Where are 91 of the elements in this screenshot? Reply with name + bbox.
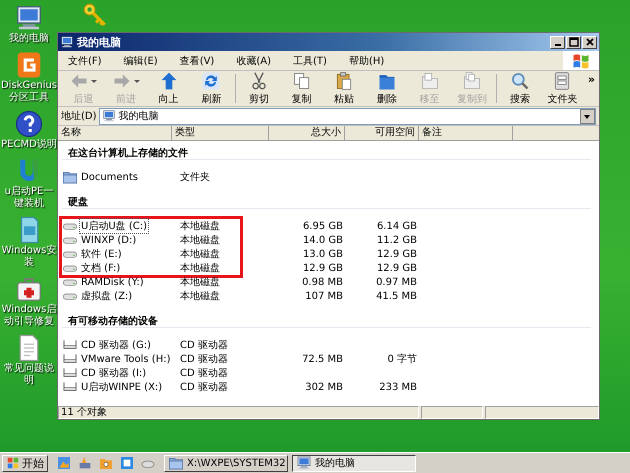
toolbar-button[interactable]: 向上 xyxy=(147,71,190,106)
item-name[interactable]: U启动WINPE (X:) xyxy=(79,379,164,395)
free-space: 12.9 GB xyxy=(376,248,417,260)
computer-icon xyxy=(60,35,74,49)
minimize-button[interactable] xyxy=(550,36,565,48)
total-size: 13.0 GB xyxy=(302,248,343,260)
free-space: 233 MB xyxy=(379,382,417,392)
menu-item[interactable]: 工具(T) xyxy=(287,54,333,68)
toolbar-button[interactable]: 文件夹 xyxy=(541,71,584,106)
status-text: 11 个对象 xyxy=(58,406,419,419)
item-type: 本地磁盘 xyxy=(180,235,220,246)
free-space: 0 字节 xyxy=(387,354,417,365)
folder-icon xyxy=(62,169,78,185)
group-heading: 有可移动存储的设备 xyxy=(62,313,591,328)
quick-launch-icon[interactable] xyxy=(77,455,93,471)
item-name[interactable]: 软件 (E:) xyxy=(79,246,124,262)
toolbar-overflow[interactable]: » xyxy=(584,71,599,106)
windows-logo-icon xyxy=(6,456,20,470)
toolbar-button[interactable]: 剪切 xyxy=(238,71,280,106)
window-title: 我的电脑 xyxy=(77,34,122,50)
group-heading: 硬盘 xyxy=(62,194,591,209)
close-button[interactable] xyxy=(582,36,597,48)
free-space: 41.5 MB xyxy=(376,290,417,302)
dropdown-button[interactable] xyxy=(580,108,595,124)
item-name[interactable]: 虚拟盘 (Z:) xyxy=(79,288,134,304)
item-type: 本地磁盘 xyxy=(180,221,220,232)
item-name[interactable]: WINXP (D:) xyxy=(79,234,138,246)
total-size: 107 MB xyxy=(305,290,343,302)
minimize-icon xyxy=(554,44,560,46)
column-header[interactable]: 名称 xyxy=(58,126,172,140)
address-label: 地址(D) xyxy=(61,110,97,123)
item-type: 本地磁盘 xyxy=(180,249,220,260)
toolbar-button[interactable]: 粘贴 xyxy=(322,71,366,106)
item-name[interactable]: CD 驱动器 (I:) xyxy=(79,365,148,381)
total-size: 12.9 GB xyxy=(302,262,343,274)
item-type: 本地磁盘 xyxy=(180,277,220,288)
item-type: CD 驱动器 xyxy=(180,382,228,393)
item-type: CD 驱动器 xyxy=(180,368,228,379)
free-space: 12.9 GB xyxy=(376,262,417,274)
item-name[interactable]: RAMDisk (Y:) xyxy=(79,276,146,288)
item-type: 文件夹 xyxy=(180,172,210,183)
refresh-icon xyxy=(201,71,222,91)
total-size: 72.5 MB xyxy=(302,354,343,364)
item-type: CD 驱动器 xyxy=(180,354,228,365)
help-icon xyxy=(14,109,44,139)
column-header[interactable]: 类型 xyxy=(172,126,269,140)
folder-icon xyxy=(462,71,482,91)
menu-item[interactable]: 查看(V) xyxy=(174,54,220,68)
item-name[interactable]: VMware Tools (H:) xyxy=(79,352,173,366)
item-type: 本地磁盘 xyxy=(180,291,220,302)
menu-item[interactable]: 文件(F) xyxy=(62,54,108,68)
folder-icon xyxy=(168,455,184,471)
total-size: 0.98 MB xyxy=(302,276,343,288)
item-name[interactable]: Documents xyxy=(79,170,140,184)
status-pane xyxy=(421,406,483,419)
address-field[interactable]: 我的电脑 xyxy=(98,108,596,124)
group-heading: 在这台计算机上存储的文件 xyxy=(62,145,591,160)
total-size: 14.0 GB xyxy=(302,234,343,246)
key-icon xyxy=(82,2,108,28)
item-name[interactable]: 文档 (F:) xyxy=(79,260,122,276)
computer-icon xyxy=(102,109,116,123)
menu-item[interactable]: 编辑(E) xyxy=(118,54,164,68)
item-name[interactable]: CD 驱动器 (G:) xyxy=(79,337,153,353)
toolbar-button[interactable]: 搜索 xyxy=(498,71,542,106)
toolbar-button[interactable]: 刷新 xyxy=(190,71,233,106)
item-type: CD 驱动器 xyxy=(180,340,228,351)
maximize-icon xyxy=(568,37,578,47)
computer-icon xyxy=(296,455,312,471)
free-space: 0.97 MB xyxy=(376,276,417,288)
folder-icon xyxy=(420,71,440,91)
total-size: 302 MB xyxy=(305,382,343,392)
search-icon xyxy=(510,71,530,91)
maximize-button[interactable] xyxy=(566,36,581,48)
item-type: 本地磁盘 xyxy=(180,263,220,274)
menu-item[interactable]: 帮助(H) xyxy=(342,54,390,68)
free-space: 6.14 GB xyxy=(376,220,417,232)
item-name[interactable]: U启动U盘 (C:) xyxy=(79,218,149,234)
menu-item[interactable]: 收藏(A) xyxy=(230,54,277,68)
start-button[interactable]: 开始 xyxy=(2,454,48,472)
column-header[interactable]: 总大小 xyxy=(269,126,345,140)
free-space: 11.2 GB xyxy=(376,234,417,246)
copy-icon xyxy=(292,71,312,91)
taskbar-button[interactable]: X:\WXPE\SYSTEM32 xyxy=(164,454,288,472)
close-icon xyxy=(584,37,594,47)
toolbar-button[interactable]: 复制 xyxy=(280,71,323,106)
total-size: 6.95 GB xyxy=(302,220,343,232)
toolbar-button[interactable]: 删除 xyxy=(366,71,408,106)
quick-launch-icon[interactable] xyxy=(119,455,135,471)
column-header[interactable]: 备注 xyxy=(419,126,513,140)
column-header[interactable]: 可用空间 xyxy=(345,126,419,140)
taskbar-button[interactable]: 我的电脑 xyxy=(292,454,416,472)
